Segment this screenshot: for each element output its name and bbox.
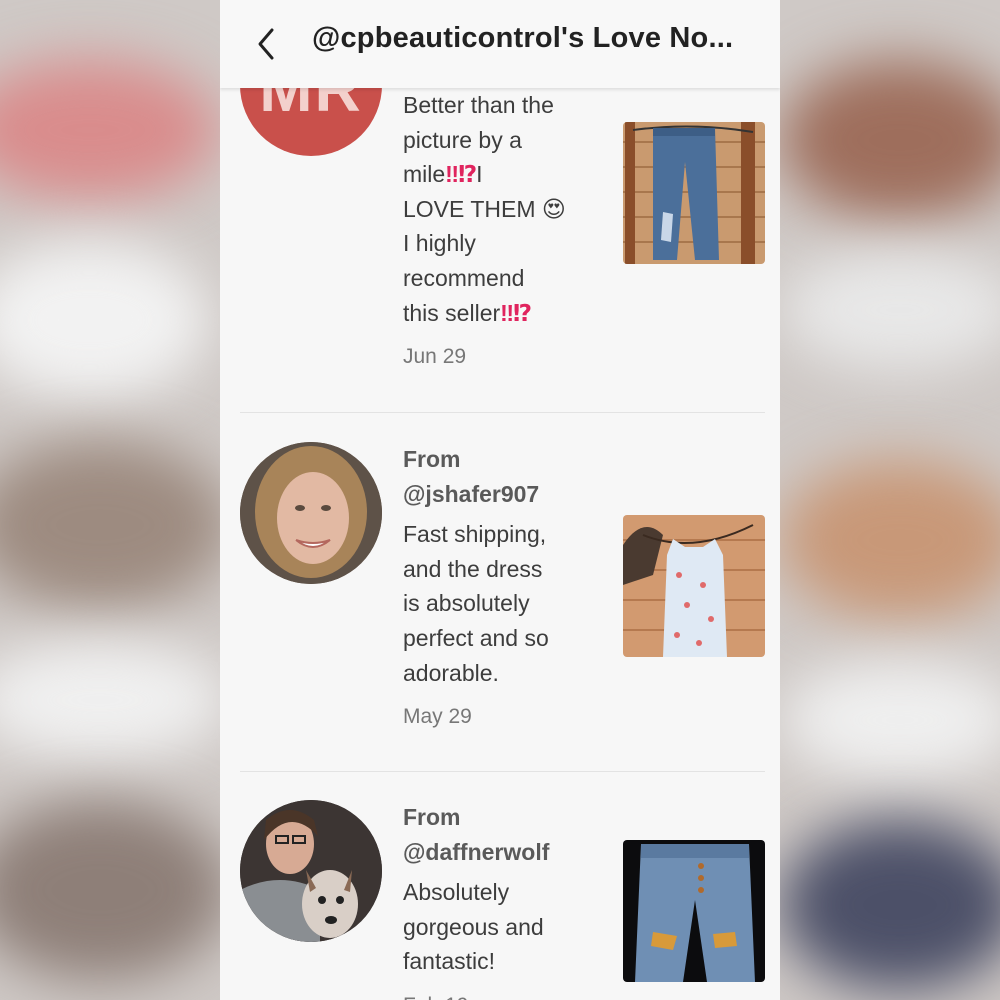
review-line: Better than the	[403, 92, 554, 118]
review-line-text: LOVE THEM	[403, 195, 536, 222]
review-line: picture by a	[403, 126, 522, 153]
review-line: and the dress	[403, 555, 543, 582]
review-line: mile‼⁉I	[403, 157, 603, 192]
exclamation-question-emoji: ‼⁉	[500, 299, 532, 326]
divider	[240, 771, 765, 772]
item-thumbnail[interactable]	[623, 840, 765, 982]
review-line: recommend	[403, 264, 525, 291]
review-line: fantastic!	[403, 948, 496, 975]
top-photo	[623, 515, 765, 657]
exclamation-question-emoji: ‼⁉	[445, 161, 477, 188]
review-text: Better than the picture by a mile‼⁉I LOV…	[403, 88, 603, 375]
chevron-left-icon	[258, 28, 274, 60]
from-label: From	[403, 804, 461, 830]
review-line: Fast shipping,	[403, 521, 547, 548]
review-date: Feb 19	[403, 989, 603, 1000]
review-line-text: mile	[403, 161, 446, 188]
from-label: From	[403, 446, 461, 472]
backdrop-right	[780, 0, 1000, 1000]
review-date: May 29	[403, 705, 472, 729]
heart-eyes-emoji: 😍	[541, 195, 566, 222]
review-line: LOVE THEM 😍	[403, 192, 603, 227]
username-link[interactable]: @daffnerwolf	[403, 835, 603, 870]
top-bar: @cpbeauticontrol's Love No...	[220, 0, 780, 88]
jeans-photo	[623, 840, 765, 982]
item-thumbnail[interactable]	[623, 122, 765, 264]
page-title: @cpbeauticontrol's Love No...	[312, 22, 734, 54]
backdrop-left	[0, 0, 220, 1000]
item-thumbnail[interactable]	[623, 515, 765, 657]
review-line: perfect and so	[403, 624, 549, 651]
review-line-text: this seller	[403, 299, 501, 326]
review-line: Absolutely	[403, 879, 510, 906]
profile-photo	[240, 800, 382, 942]
avatar[interactable]	[240, 442, 382, 584]
review-text: From @jshafer907 Fast shipping, and the …	[403, 442, 603, 735]
app-screen: @cpbeauticontrol's Love No... MR Better …	[220, 0, 780, 1000]
review-line: I highly	[403, 230, 476, 257]
review-line: this seller‼⁉	[403, 296, 603, 331]
review-line: gorgeous and	[403, 913, 544, 940]
review-date: Jun 29	[403, 345, 467, 369]
profile-photo	[240, 442, 382, 584]
review-text: From @daffnerwolf Absolutely gorgeous an…	[403, 800, 603, 1000]
divider	[240, 412, 765, 413]
back-button[interactable]	[248, 24, 288, 64]
avatar[interactable]	[240, 800, 382, 942]
review-line: is absolutely	[403, 590, 530, 617]
review-line-text: I	[476, 161, 483, 188]
jeans-photo	[623, 122, 765, 264]
username-link[interactable]: @jshafer907	[403, 477, 603, 512]
review-line: adorable.	[403, 659, 499, 686]
